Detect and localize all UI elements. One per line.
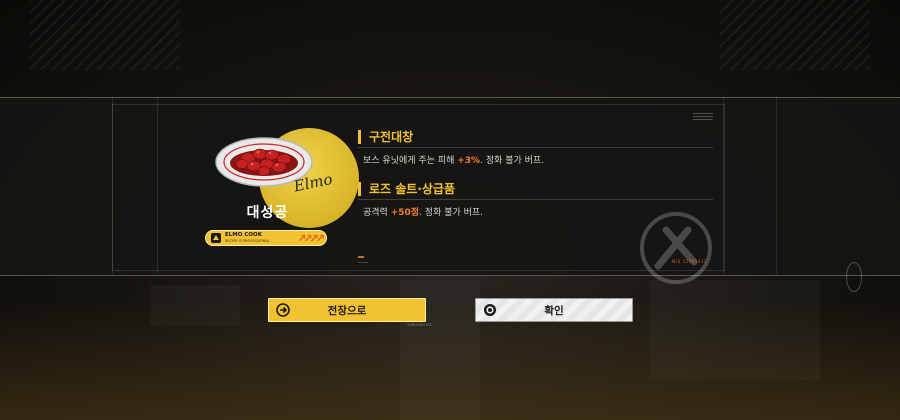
chevron-pattern — [30, 0, 180, 70]
buff-entry: 구전대창 보스 유닛에게 주는 피해 +3%. 정화 불가 버프. — [358, 128, 713, 166]
grade-arrows: ↗↗↗↗ — [297, 231, 325, 245]
buff-desc-text: . 정화 불가 버프. — [480, 156, 545, 166]
confirm-button-label: 확인 — [544, 304, 564, 317]
corner-deco — [693, 113, 713, 121]
back-button-label: 전장으로 — [327, 304, 367, 317]
buff-desc-text: 공격력 — [363, 208, 391, 218]
button-footnote: THROUGH ICE — [407, 323, 432, 327]
buff-divider — [358, 147, 713, 148]
buff-value: +50점 — [390, 208, 420, 218]
grade-brand: ELMO COOK — [225, 232, 262, 238]
buff-desc-text: . 정화 불가 버프. — [419, 208, 484, 218]
deco-tick — [358, 256, 364, 258]
grade-subtitle: RECIPE IS PROFESSIONAL — [225, 238, 270, 243]
buff-marker — [358, 129, 361, 144]
buff-desc-text: 보스 유닛에게 주는 피해 — [363, 156, 458, 166]
buff-marker — [358, 181, 361, 196]
buff-description: 공격력 +50점. 정화 불가 버프. — [363, 205, 483, 218]
ring-icon — [482, 303, 497, 318]
back-to-battle-button[interactable]: 전장으로 — [268, 298, 426, 322]
utensils-emblem-icon — [640, 212, 712, 284]
grade-badge: ELMO COOK RECIPE IS PROFESSIONAL ↗↗↗↗ — [205, 230, 327, 246]
panel-id-tag: M/S 12985412 — [672, 259, 707, 264]
buff-title: 로즈 솔트·상급품 — [369, 182, 456, 196]
arrow-circle-icon — [275, 303, 290, 318]
floor-glow — [0, 300, 900, 420]
chef-icon — [209, 231, 223, 245]
buff-entry: 로즈 솔트·상급품 공격력 +50점. 정화 불가 버프. — [358, 180, 713, 218]
panel-divider — [776, 97, 777, 274]
buff-divider — [358, 199, 713, 200]
buff-title: 구전대창 — [369, 130, 414, 144]
edge-ornament — [846, 262, 862, 292]
result-title: 대성공 — [246, 205, 289, 221]
deco-tick — [358, 262, 368, 263]
buff-description: 보스 유닛에게 주는 피해 +3%. 정화 불가 버프. — [363, 153, 544, 166]
chevron-pattern — [720, 0, 870, 70]
confirm-button[interactable]: 확인 — [475, 298, 633, 322]
buff-value: +3% — [457, 156, 481, 166]
dish-image: Elmo — [215, 137, 334, 196]
